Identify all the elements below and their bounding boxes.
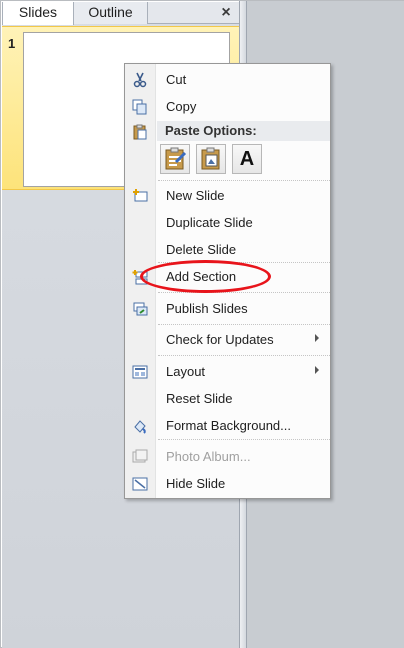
paste-text-only-glyph: A [239, 148, 255, 170]
submenu-arrow-icon [315, 334, 319, 342]
photo-album-icon [131, 448, 149, 466]
submenu-arrow-icon [315, 366, 319, 374]
menu-item-check-for-updates[interactable]: Check for Updates [126, 328, 330, 352]
menu-item-label: Copy [166, 99, 197, 114]
menu-item-label: Layout [166, 364, 206, 379]
close-icon[interactable]: × [216, 3, 236, 23]
slide-number: 1 [8, 36, 16, 51]
app-window: Slides Outline × 1 Cut Copy Paste Option… [0, 0, 404, 648]
layout-icon [131, 363, 149, 381]
format-background-icon [131, 417, 149, 435]
menu-item-delete-slide[interactable]: Delete Slide [126, 238, 330, 262]
paste-icon [131, 123, 149, 141]
menu-item-hide-slide[interactable]: Hide Slide [126, 472, 330, 496]
hide-slide-icon [131, 475, 149, 493]
menu-item-duplicate-slide[interactable]: Duplicate Slide [126, 211, 330, 235]
publish-slides-icon [131, 300, 149, 318]
panel-tab-bar: Slides Outline × [2, 2, 240, 25]
paste-keep-text-only-icon[interactable]: A [232, 144, 262, 174]
scissors-icon [131, 71, 149, 89]
copy-icon [131, 98, 149, 116]
menu-item-label: Publish Slides [166, 301, 248, 316]
menu-item-label: Check for Updates [166, 332, 274, 347]
paste-options-label: Paste Options: [165, 123, 257, 138]
menu-item-label: Hide Slide [166, 476, 226, 491]
menu-item-copy[interactable]: Copy [126, 95, 330, 119]
red-annotation-circle [140, 260, 271, 293]
menu-separator [158, 439, 330, 440]
menu-item-label: Cut [166, 72, 187, 87]
menu-item-label: Format Background... [166, 418, 291, 433]
menu-item-publish-slides[interactable]: Publish Slides [126, 297, 330, 321]
menu-item-photo-album: Photo Album... [126, 445, 330, 469]
paste-picture-icon[interactable] [196, 144, 226, 174]
menu-item-label: Photo Album... [166, 449, 251, 464]
menu-item-label: Reset Slide [166, 391, 233, 406]
menu-item-label: New Slide [166, 188, 225, 203]
paste-use-destination-theme-icon[interactable] [160, 144, 190, 174]
tab-slides[interactable]: Slides [2, 2, 74, 25]
menu-item-layout[interactable]: Layout [126, 360, 330, 384]
menu-separator [158, 324, 330, 325]
menu-item-label: Duplicate Slide [166, 215, 253, 230]
menu-item-new-slide[interactable]: New Slide [126, 184, 330, 208]
menu-item-reset-slide[interactable]: Reset Slide [126, 387, 330, 411]
menu-item-label: Delete Slide [166, 242, 237, 257]
menu-item-format-background[interactable]: Format Background... [126, 414, 330, 438]
paste-options-bar: Paste Options: [157, 121, 330, 141]
menu-separator [158, 180, 330, 181]
new-slide-icon [131, 187, 149, 205]
menu-item-cut[interactable]: Cut [126, 68, 330, 92]
tab-outline[interactable]: Outline [74, 2, 148, 24]
menu-separator [158, 355, 330, 356]
